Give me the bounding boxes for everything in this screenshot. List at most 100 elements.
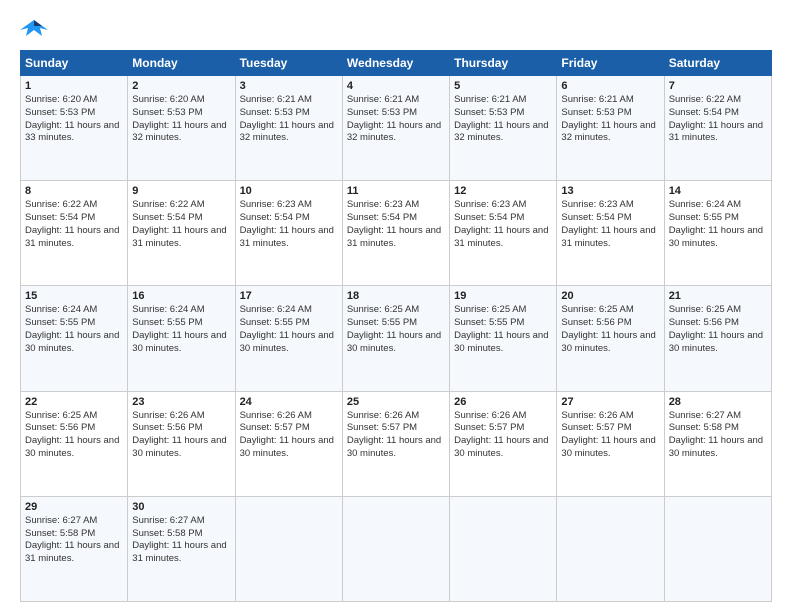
day-number: 3 xyxy=(240,80,338,92)
calendar-cell xyxy=(664,496,771,601)
day-number: 29 xyxy=(25,501,123,513)
calendar-cell: 15 Sunrise: 6:24 AMSunset: 5:55 PMDaylig… xyxy=(21,286,128,391)
day-number: 18 xyxy=(347,290,445,302)
day-info: Sunrise: 6:25 AMSunset: 5:55 PMDaylight:… xyxy=(454,304,552,355)
day-number: 5 xyxy=(454,80,552,92)
day-info: Sunrise: 6:25 AMSunset: 5:56 PMDaylight:… xyxy=(669,304,767,355)
day-number: 9 xyxy=(132,185,230,197)
day-number: 22 xyxy=(25,396,123,408)
calendar-table: SundayMondayTuesdayWednesdayThursdayFrid… xyxy=(20,50,772,602)
day-info: Sunrise: 6:21 AMSunset: 5:53 PMDaylight:… xyxy=(454,94,552,145)
day-number: 11 xyxy=(347,185,445,197)
day-info: Sunrise: 6:23 AMSunset: 5:54 PMDaylight:… xyxy=(454,199,552,250)
day-number: 16 xyxy=(132,290,230,302)
day-info: Sunrise: 6:26 AMSunset: 5:57 PMDaylight:… xyxy=(240,410,338,461)
day-info: Sunrise: 6:24 AMSunset: 5:55 PMDaylight:… xyxy=(240,304,338,355)
calendar-week-1: 1 Sunrise: 6:20 AMSunset: 5:53 PMDayligh… xyxy=(21,76,772,181)
day-info: Sunrise: 6:20 AMSunset: 5:53 PMDaylight:… xyxy=(25,94,123,145)
day-info: Sunrise: 6:24 AMSunset: 5:55 PMDaylight:… xyxy=(25,304,123,355)
calendar-cell xyxy=(342,496,449,601)
calendar-cell: 23 Sunrise: 6:26 AMSunset: 5:56 PMDaylig… xyxy=(128,391,235,496)
calendar-cell xyxy=(557,496,664,601)
day-number: 10 xyxy=(240,185,338,197)
header-tuesday: Tuesday xyxy=(235,51,342,76)
day-number: 12 xyxy=(454,185,552,197)
calendar-cell: 17 Sunrise: 6:24 AMSunset: 5:55 PMDaylig… xyxy=(235,286,342,391)
header-friday: Friday xyxy=(557,51,664,76)
calendar-cell: 19 Sunrise: 6:25 AMSunset: 5:55 PMDaylig… xyxy=(450,286,557,391)
day-info: Sunrise: 6:26 AMSunset: 5:57 PMDaylight:… xyxy=(561,410,659,461)
day-number: 19 xyxy=(454,290,552,302)
day-info: Sunrise: 6:25 AMSunset: 5:56 PMDaylight:… xyxy=(561,304,659,355)
calendar-cell: 12 Sunrise: 6:23 AMSunset: 5:54 PMDaylig… xyxy=(450,181,557,286)
day-info: Sunrise: 6:27 AMSunset: 5:58 PMDaylight:… xyxy=(132,515,230,566)
day-number: 2 xyxy=(132,80,230,92)
calendar-cell: 24 Sunrise: 6:26 AMSunset: 5:57 PMDaylig… xyxy=(235,391,342,496)
day-info: Sunrise: 6:24 AMSunset: 5:55 PMDaylight:… xyxy=(669,199,767,250)
calendar-cell: 3 Sunrise: 6:21 AMSunset: 5:53 PMDayligh… xyxy=(235,76,342,181)
day-number: 17 xyxy=(240,290,338,302)
day-number: 26 xyxy=(454,396,552,408)
calendar-cell xyxy=(450,496,557,601)
day-info: Sunrise: 6:23 AMSunset: 5:54 PMDaylight:… xyxy=(347,199,445,250)
day-number: 14 xyxy=(669,185,767,197)
header-wednesday: Wednesday xyxy=(342,51,449,76)
calendar-week-4: 22 Sunrise: 6:25 AMSunset: 5:56 PMDaylig… xyxy=(21,391,772,496)
calendar-cell: 21 Sunrise: 6:25 AMSunset: 5:56 PMDaylig… xyxy=(664,286,771,391)
calendar-cell: 25 Sunrise: 6:26 AMSunset: 5:57 PMDaylig… xyxy=(342,391,449,496)
calendar-cell: 28 Sunrise: 6:27 AMSunset: 5:58 PMDaylig… xyxy=(664,391,771,496)
day-info: Sunrise: 6:27 AMSunset: 5:58 PMDaylight:… xyxy=(669,410,767,461)
header-saturday: Saturday xyxy=(664,51,771,76)
calendar-cell: 5 Sunrise: 6:21 AMSunset: 5:53 PMDayligh… xyxy=(450,76,557,181)
calendar-cell: 6 Sunrise: 6:21 AMSunset: 5:53 PMDayligh… xyxy=(557,76,664,181)
calendar-cell: 10 Sunrise: 6:23 AMSunset: 5:54 PMDaylig… xyxy=(235,181,342,286)
day-info: Sunrise: 6:26 AMSunset: 5:57 PMDaylight:… xyxy=(454,410,552,461)
header-sunday: Sunday xyxy=(21,51,128,76)
header-monday: Monday xyxy=(128,51,235,76)
day-number: 25 xyxy=(347,396,445,408)
day-info: Sunrise: 6:26 AMSunset: 5:56 PMDaylight:… xyxy=(132,410,230,461)
day-number: 30 xyxy=(132,501,230,513)
day-number: 4 xyxy=(347,80,445,92)
header-thursday: Thursday xyxy=(450,51,557,76)
calendar-cell: 26 Sunrise: 6:26 AMSunset: 5:57 PMDaylig… xyxy=(450,391,557,496)
day-info: Sunrise: 6:20 AMSunset: 5:53 PMDaylight:… xyxy=(132,94,230,145)
calendar-cell: 27 Sunrise: 6:26 AMSunset: 5:57 PMDaylig… xyxy=(557,391,664,496)
logo xyxy=(20,16,52,40)
day-number: 7 xyxy=(669,80,767,92)
top-area xyxy=(20,16,772,40)
logo-bird-icon xyxy=(20,16,48,40)
calendar-cell: 2 Sunrise: 6:20 AMSunset: 5:53 PMDayligh… xyxy=(128,76,235,181)
calendar-cell: 7 Sunrise: 6:22 AMSunset: 5:54 PMDayligh… xyxy=(664,76,771,181)
calendar-week-2: 8 Sunrise: 6:22 AMSunset: 5:54 PMDayligh… xyxy=(21,181,772,286)
day-info: Sunrise: 6:24 AMSunset: 5:55 PMDaylight:… xyxy=(132,304,230,355)
calendar-cell: 8 Sunrise: 6:22 AMSunset: 5:54 PMDayligh… xyxy=(21,181,128,286)
calendar-cell: 1 Sunrise: 6:20 AMSunset: 5:53 PMDayligh… xyxy=(21,76,128,181)
calendar-week-3: 15 Sunrise: 6:24 AMSunset: 5:55 PMDaylig… xyxy=(21,286,772,391)
day-info: Sunrise: 6:22 AMSunset: 5:54 PMDaylight:… xyxy=(25,199,123,250)
day-info: Sunrise: 6:23 AMSunset: 5:54 PMDaylight:… xyxy=(561,199,659,250)
day-info: Sunrise: 6:27 AMSunset: 5:58 PMDaylight:… xyxy=(25,515,123,566)
day-number: 23 xyxy=(132,396,230,408)
day-number: 27 xyxy=(561,396,659,408)
calendar-header-row: SundayMondayTuesdayWednesdayThursdayFrid… xyxy=(21,51,772,76)
day-info: Sunrise: 6:23 AMSunset: 5:54 PMDaylight:… xyxy=(240,199,338,250)
calendar-cell xyxy=(235,496,342,601)
calendar-week-5: 29 Sunrise: 6:27 AMSunset: 5:58 PMDaylig… xyxy=(21,496,772,601)
day-number: 8 xyxy=(25,185,123,197)
day-number: 20 xyxy=(561,290,659,302)
calendar-cell: 20 Sunrise: 6:25 AMSunset: 5:56 PMDaylig… xyxy=(557,286,664,391)
day-info: Sunrise: 6:21 AMSunset: 5:53 PMDaylight:… xyxy=(561,94,659,145)
page: SundayMondayTuesdayWednesdayThursdayFrid… xyxy=(0,0,792,612)
calendar-cell: 29 Sunrise: 6:27 AMSunset: 5:58 PMDaylig… xyxy=(21,496,128,601)
calendar-cell: 16 Sunrise: 6:24 AMSunset: 5:55 PMDaylig… xyxy=(128,286,235,391)
calendar-cell: 30 Sunrise: 6:27 AMSunset: 5:58 PMDaylig… xyxy=(128,496,235,601)
calendar-cell: 13 Sunrise: 6:23 AMSunset: 5:54 PMDaylig… xyxy=(557,181,664,286)
calendar-cell: 4 Sunrise: 6:21 AMSunset: 5:53 PMDayligh… xyxy=(342,76,449,181)
day-number: 21 xyxy=(669,290,767,302)
day-info: Sunrise: 6:22 AMSunset: 5:54 PMDaylight:… xyxy=(132,199,230,250)
day-number: 24 xyxy=(240,396,338,408)
day-info: Sunrise: 6:21 AMSunset: 5:53 PMDaylight:… xyxy=(240,94,338,145)
day-info: Sunrise: 6:25 AMSunset: 5:56 PMDaylight:… xyxy=(25,410,123,461)
calendar-cell: 22 Sunrise: 6:25 AMSunset: 5:56 PMDaylig… xyxy=(21,391,128,496)
